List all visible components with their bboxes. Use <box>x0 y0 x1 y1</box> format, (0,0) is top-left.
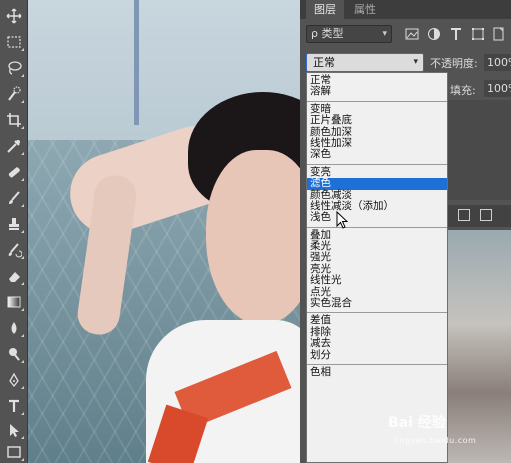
layer-actions-bar <box>448 205 511 227</box>
document-canvas[interactable] <box>28 0 306 463</box>
blend-mode-value: 正常 <box>313 56 335 69</box>
type-filter-icon[interactable] <box>448 26 464 42</box>
type-tool-icon[interactable] <box>3 396 25 416</box>
watermark-text: Bai 经验 <box>388 415 446 431</box>
marquee-tool-icon[interactable] <box>3 32 25 52</box>
blend-mode-option[interactable]: 划分 <box>307 349 447 361</box>
new-group-icon[interactable] <box>458 209 470 221</box>
opacity-label: 不透明度: <box>430 57 478 70</box>
photo-pole <box>134 0 139 125</box>
rectangle-tool-icon[interactable] <box>3 442 25 462</box>
layers-list[interactable] <box>448 100 511 200</box>
shape-filter-icon[interactable] <box>470 26 486 42</box>
tab-properties[interactable]: 属性 <box>346 0 384 19</box>
watermark-subtext: jingyan.baidu.com <box>394 436 477 445</box>
layer-filter-row: ρ 类型 ▾ <box>300 22 511 46</box>
blend-mode-group: 色相 <box>307 365 447 381</box>
gradient-tool-icon[interactable] <box>3 292 25 312</box>
healing-brush-tool-icon[interactable] <box>3 162 25 182</box>
chevron-down-icon: ▾ <box>382 29 387 39</box>
blur-tool-icon[interactable] <box>3 318 25 338</box>
layer-kind-filter-select[interactable]: ρ 类型 ▾ <box>306 25 392 43</box>
mouse-cursor-icon <box>336 211 349 229</box>
layer-kind-filter-label: ρ 类型 <box>311 27 344 40</box>
fill-label: 填充: <box>450 84 476 97</box>
blend-mode-option[interactable]: 浅色 <box>307 211 447 223</box>
blend-mode-option[interactable]: 正片叠底 <box>307 114 447 126</box>
blend-mode-group: 叠加 柔光 强光 亮光 线性光 点光 实色混合 <box>307 228 447 314</box>
opacity-field[interactable]: 100% <box>484 54 511 71</box>
new-layer-icon[interactable] <box>480 209 492 221</box>
pen-tool-icon[interactable] <box>3 370 25 390</box>
tools-toolbar <box>0 0 28 463</box>
blend-mode-menu: 正常 溶解 变暗 正片叠底 颜色加深 线性加深 深色 变亮 滤色 颜色减淡 线性减淡（添加） 浅色 叠加… <box>306 72 448 463</box>
blend-mode-group: 正常 溶解 <box>307 73 447 102</box>
eraser-tool-icon[interactable] <box>3 266 25 286</box>
dodge-tool-icon[interactable] <box>3 344 25 364</box>
blend-mode-option[interactable]: 深色 <box>307 148 447 160</box>
blend-mode-group: 差值 排除 减去 划分 <box>307 313 447 365</box>
blend-mode-option[interactable]: 线性光 <box>307 274 447 286</box>
blend-mode-option[interactable]: 实色混合 <box>307 297 447 309</box>
crop-tool-icon[interactable] <box>3 110 25 130</box>
blend-mode-option[interactable]: 色相 <box>307 366 447 378</box>
blend-mode-group: 变亮 滤色 颜色减淡 线性减淡（添加） 浅色 <box>307 165 447 228</box>
adjustment-filter-icon[interactable] <box>426 26 442 42</box>
chevron-down-icon: ▾ <box>413 57 418 67</box>
fill-field[interactable]: 100% <box>484 80 511 97</box>
path-selection-tool-icon[interactable] <box>3 420 25 440</box>
move-tool-icon[interactable] <box>3 6 25 26</box>
blend-mode-option[interactable]: 减去 <box>307 337 447 349</box>
watermark: Bai 经验 jingyan.baidu.com <box>388 412 508 450</box>
history-brush-tool-icon[interactable] <box>3 240 25 260</box>
panel-tabbar: 图层 属性 <box>300 0 511 19</box>
clone-stamp-tool-icon[interactable] <box>3 214 25 234</box>
blend-mode-group: 变暗 正片叠底 颜色加深 线性加深 深色 <box>307 102 447 165</box>
blend-mode-select[interactable]: 正常 ▾ <box>306 53 424 72</box>
brush-tool-icon[interactable] <box>3 188 25 208</box>
lasso-tool-icon[interactable] <box>3 58 25 78</box>
tab-layers[interactable]: 图层 <box>306 0 344 19</box>
smart-object-filter-icon[interactable] <box>491 26 507 42</box>
image-filter-icon[interactable] <box>404 26 420 42</box>
blend-mode-option[interactable]: 滤色 <box>307 177 447 190</box>
quick-selection-tool-icon[interactable] <box>3 84 25 104</box>
eyedropper-tool-icon[interactable] <box>3 136 25 156</box>
blend-mode-option[interactable]: 溶解 <box>307 85 447 97</box>
